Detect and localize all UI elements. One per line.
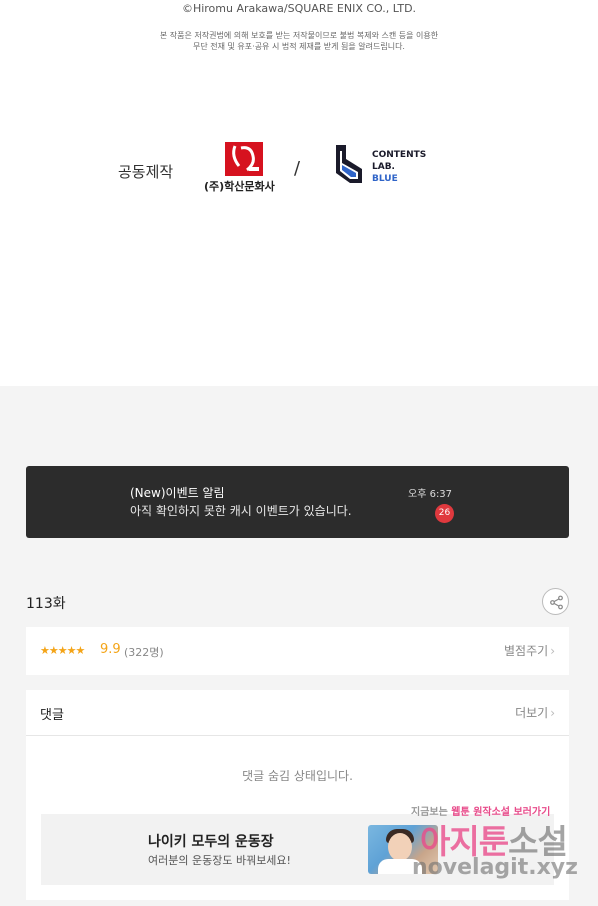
notice-line-2: 무단 전재 및 유포·공유 시 법적 제재를 받게 됨을 알려드립니다. [193, 42, 405, 51]
rating-count: (322명) [124, 646, 164, 659]
haksan-logo-name: (주)학산문화사 [204, 180, 275, 193]
notification-title: (New)이벤트 알림 [130, 486, 225, 500]
rating-score: 9.9 [100, 642, 121, 657]
contents-lab-line-2: LAB. [372, 162, 395, 172]
share-icon [550, 595, 563, 610]
haksan-logo: (주)학산문화사 [204, 142, 276, 194]
coproduction-label: 공동제작 [118, 163, 174, 181]
notification-message: 아직 확인하지 못한 캐시 이벤트가 있습니다. [130, 504, 352, 518]
comments-section: 댓글 더보기 › 댓글 숨김 상태입니다. 나이키 모두의 운동장 여러분의 운동… [26, 690, 569, 900]
chevron-right-icon: › [550, 706, 555, 720]
copyright-text: ©Hiromu Arakawa/SQUARE ENIX CO., LTD. [181, 2, 417, 15]
share-button[interactable] [542, 588, 569, 615]
promo-subtitle: 여러분의 운동장도 바꿔보세요! [148, 854, 291, 867]
contents-lab-line-1: CONTENTS [372, 150, 427, 160]
contents-lab-wordmark: CONTENTS LAB. BLUE [372, 149, 426, 185]
comments-hidden-message: 댓글 숨김 상태입니다. [242, 769, 353, 783]
star-rating-icons: ★★★★★ [40, 644, 85, 657]
promo-title: 나이키 모두의 운동장 [148, 834, 274, 850]
contents-lab-mark [336, 145, 362, 183]
notification-time: 오후 6:37 [408, 489, 453, 500]
comments-header: 댓글 [40, 708, 64, 723]
promo-banner[interactable]: 나이키 모두의 운동장 여러분의 운동장도 바꿔보세요! [41, 814, 554, 885]
contents-lab-line-3: BLUE [372, 174, 398, 184]
notice-line-1: 본 작품은 저작권법에 의해 보호를 받는 저작물이므로 불법 복제와 스캔 등… [159, 31, 439, 40]
episode-title: 113화 [26, 596, 66, 612]
partner-separator: / [294, 158, 301, 179]
copyright-notice: 본 작품은 저작권법에 의해 보호를 받는 저작물이므로 불법 복제와 스캔 등… [0, 30, 598, 52]
rating-card: ★★★★★ 9.9 (322명) 별점주기 › [26, 627, 569, 675]
haksan-logo-mark [225, 142, 263, 176]
chevron-right-icon: › [550, 644, 555, 658]
rate-button-label: 별점주기 [504, 644, 549, 658]
notification-badge: 26 [435, 504, 454, 523]
promo-image-face [388, 833, 412, 861]
rate-button[interactable]: 별점주기 › [504, 642, 555, 659]
divider [26, 735, 569, 736]
event-notification[interactable]: (New)이벤트 알림 아직 확인하지 못한 캐시 이벤트가 있습니다. 오후 … [26, 466, 569, 538]
promo-image [368, 825, 438, 874]
promo-image-shirt [378, 859, 422, 874]
contents-lab-blue-logo: CONTENTS LAB. BLUE [332, 143, 432, 187]
comments-more-label: 더보기 [515, 706, 549, 720]
comments-more-button[interactable]: 더보기 › [515, 704, 555, 721]
credits-section: ©Hiromu Arakawa/SQUARE ENIX CO., LTD. 본 … [0, 0, 598, 386]
